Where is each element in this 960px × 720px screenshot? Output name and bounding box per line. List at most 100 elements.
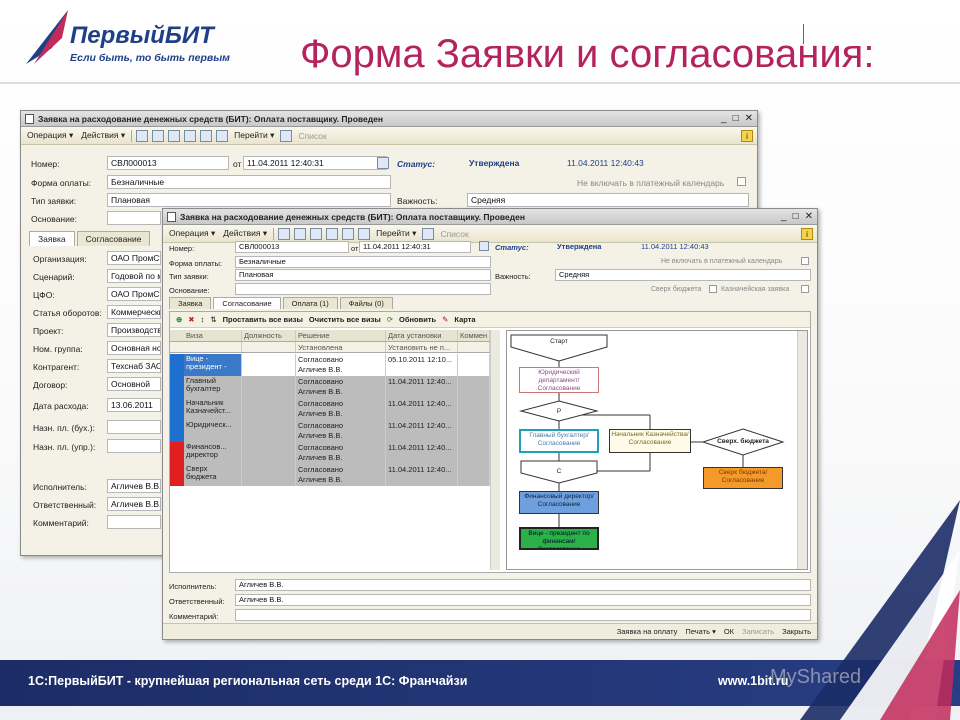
field-value[interactable]: Техснаб ЗАО <box>107 359 161 373</box>
flow-fin-director[interactable]: Финансовый директор/Согласование <box>519 491 599 514</box>
flow-c[interactable]: С <box>551 467 567 477</box>
minimize-button[interactable]: _ <box>781 211 787 222</box>
field-value[interactable] <box>107 515 161 529</box>
importance-field[interactable]: Средняя <box>467 193 749 207</box>
field-value[interactable]: ОАО ПромСт <box>107 287 161 301</box>
sort-asc-icon[interactable]: ↕ <box>201 315 205 324</box>
tab-approval[interactable]: Согласование <box>76 231 151 246</box>
grid-header-comment[interactable]: Коммен <box>458 330 490 341</box>
flow-over-budget[interactable]: Сверх. бюджета <box>713 437 773 447</box>
flow-p[interactable]: Р <box>551 407 567 417</box>
goto-menu[interactable]: Перейти ▾ <box>232 130 276 141</box>
table-row[interactable]: Сверх бюджета Согласовано Агличев В.В. 11… <box>170 464 490 486</box>
clear-all-visas-button[interactable]: Очистить все визы <box>309 315 381 324</box>
actions-menu[interactable]: Действия ▾ <box>221 228 269 239</box>
tab-request[interactable]: Заявка <box>169 297 212 309</box>
field-value[interactable]: ОАО ПромСт <box>107 251 161 265</box>
grid-header-visa[interactable]: Виза <box>170 330 242 341</box>
grid-header-position[interactable]: Должность <box>242 330 296 341</box>
field-value[interactable]: Агличев В.В. <box>107 479 161 493</box>
flow-chief-accountant[interactable]: Главный бухгалтер/Согласование <box>519 429 599 453</box>
refresh-icon[interactable]: ⟳ <box>387 315 393 324</box>
unpost-icon[interactable] <box>168 129 181 142</box>
close-button[interactable]: ✕ <box>805 211 813 222</box>
maximize-button[interactable]: □ <box>733 113 739 124</box>
basis-field[interactable] <box>235 283 491 295</box>
flow-legal[interactable]: Юридический департамент/Согласование <box>519 367 599 393</box>
flow-vice-president[interactable]: Вице - президент по финансам/Согласовани… <box>519 527 599 550</box>
attach-icon[interactable] <box>200 129 213 142</box>
field-value[interactable] <box>235 609 811 621</box>
close-button[interactable]: ✕ <box>745 113 753 124</box>
flow-start[interactable]: Старт <box>537 337 581 347</box>
delete-icon[interactable]: ✖ <box>188 315 194 324</box>
importance-field[interactable]: Средняя <box>555 269 811 281</box>
field-value[interactable] <box>107 439 161 453</box>
table-row[interactable]: Главный бухгалтер Согласовано Агличев В.В… <box>170 376 490 398</box>
goto-menu[interactable]: Перейти ▾ <box>374 228 418 239</box>
tab-files[interactable]: Файлы (0) <box>339 297 393 309</box>
field-value[interactable]: Агличев В.В. <box>235 594 811 606</box>
grid-scrollbar[interactable] <box>490 330 500 570</box>
tab-request[interactable]: Заявка <box>29 231 75 246</box>
table-row[interactable]: Вице - президент - Согласовано Агличев В.… <box>170 354 490 376</box>
list-button[interactable]: Список <box>438 229 470 239</box>
save-icon[interactable] <box>136 129 149 142</box>
pay-form-field[interactable]: Безналичные <box>107 175 391 189</box>
print-icon[interactable] <box>358 227 371 240</box>
calendar-icon[interactable] <box>479 241 489 251</box>
grid-header-decision[interactable]: Решение <box>296 330 386 341</box>
tab-payment[interactable]: Оплата (1) <box>282 297 338 309</box>
copy-icon[interactable] <box>326 227 339 240</box>
field-value[interactable] <box>107 420 161 434</box>
ok-button[interactable]: ОК <box>724 627 734 636</box>
tab-approval[interactable]: Согласование <box>213 297 281 309</box>
table-row[interactable]: Начальник Казначейст... Согласовано Аглич… <box>170 398 490 420</box>
field-value[interactable]: Основной <box>107 377 161 391</box>
number-field[interactable]: СВЛ000013 <box>107 156 229 170</box>
print-menu-button[interactable]: Печать ▾ <box>685 627 715 636</box>
field-value[interactable]: Основная но <box>107 341 161 355</box>
maximize-button[interactable]: □ <box>793 211 799 222</box>
date-field[interactable]: 11.04.2011 12:40:31 <box>359 241 471 253</box>
set-all-visas-button[interactable]: Проставить все визы <box>223 315 303 324</box>
copy-icon[interactable] <box>184 129 197 142</box>
minimize-button[interactable]: _ <box>721 113 727 124</box>
operation-menu[interactable]: Операция ▾ <box>167 228 217 239</box>
operation-menu[interactable]: Операция ▾ <box>25 130 75 141</box>
post-icon[interactable] <box>152 129 165 142</box>
refresh-button[interactable]: Обновить <box>399 315 436 324</box>
date-field[interactable]: 11.04.2011 12:40:31 <box>243 156 387 170</box>
post-icon[interactable] <box>294 227 307 240</box>
help-icon[interactable]: i <box>801 227 813 240</box>
pay-form-field[interactable]: Безналичные <box>235 256 491 268</box>
field-value[interactable]: Коммерчески <box>107 305 161 319</box>
sort-desc-icon[interactable]: ⇅ <box>210 315 216 324</box>
exclude-calendar-checkbox[interactable] <box>801 257 809 265</box>
over-budget-checkbox[interactable] <box>709 285 717 293</box>
basis-field[interactable] <box>107 211 161 225</box>
attach-icon[interactable] <box>342 227 355 240</box>
table-row[interactable]: Финансов... директор Согласовано Агличев … <box>170 442 490 464</box>
payment-request-button[interactable]: Заявка на оплату <box>617 627 678 636</box>
number-field[interactable]: СВЛ000013 <box>235 241 349 253</box>
map-icon[interactable]: ✎ <box>442 315 448 324</box>
actions-menu[interactable]: Действия ▾ <box>79 130 127 141</box>
list-button[interactable]: Список <box>296 131 328 141</box>
list-icon[interactable] <box>280 129 293 142</box>
field-value[interactable]: 13.06.2011 <box>107 398 161 412</box>
field-value[interactable]: Агличев В.В. <box>235 579 811 591</box>
calendar-icon[interactable] <box>377 157 389 169</box>
type-field[interactable]: Плановая <box>107 193 391 207</box>
flow-treasury[interactable]: Начальник Казначейства/Согласование <box>609 429 691 453</box>
grid-header-date[interactable]: Дата установки <box>386 330 458 341</box>
flow-over-budget-box[interactable]: Сверх бюджета/Согласование <box>703 467 783 489</box>
list-icon[interactable] <box>422 227 435 240</box>
add-icon[interactable]: ⊕ <box>176 315 182 324</box>
exclude-calendar-checkbox[interactable] <box>737 177 746 186</box>
field-value[interactable]: Агличев В.В. <box>107 497 161 511</box>
type-field[interactable]: Плановая <box>235 269 491 281</box>
field-value[interactable]: Производств <box>107 323 161 337</box>
unpost-icon[interactable] <box>310 227 323 240</box>
field-value[interactable]: Годовой по м <box>107 269 161 283</box>
